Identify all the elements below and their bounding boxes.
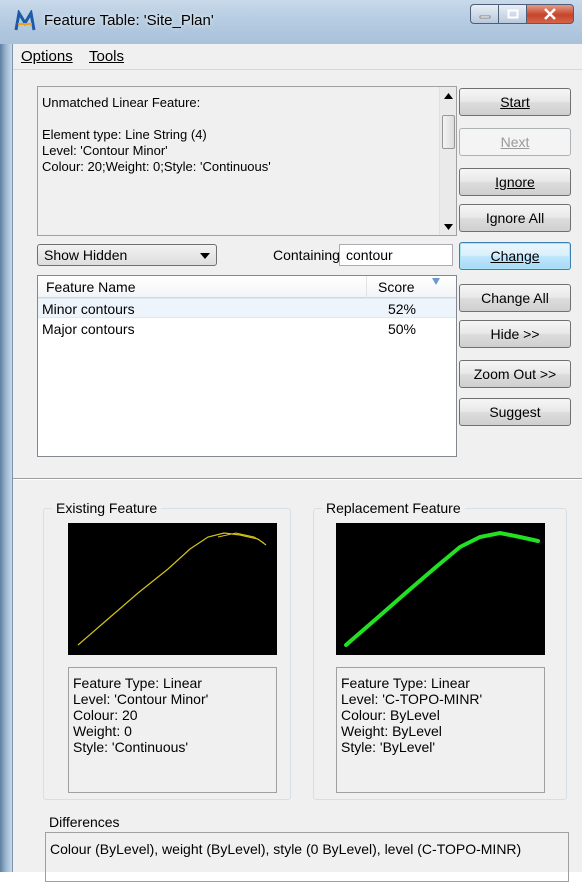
replacement-feature-group: Replacement Feature Feature Type: Linear… xyxy=(313,500,567,800)
show-filter-dropdown[interactable]: Show Hidden xyxy=(37,244,217,266)
existing-feature-properties: Feature Type: Linear Level: 'Contour Min… xyxy=(68,667,277,793)
zoom-out-button[interactable]: Zoom Out >> xyxy=(459,360,571,388)
close-button[interactable] xyxy=(526,4,574,24)
sort-indicator-icon xyxy=(432,278,440,285)
containing-input[interactable] xyxy=(339,244,453,266)
info-line-3: Element type: Line String (4) xyxy=(42,127,207,142)
menu-bar: Options Tools xyxy=(13,44,582,70)
replacement-feature-label: Replacement Feature xyxy=(322,500,465,516)
feature-table-window: Feature Table: 'Site_Plan' Options Tools… xyxy=(0,0,582,882)
menu-tools[interactable]: Tools xyxy=(89,48,124,65)
column-feature-name[interactable]: Feature Name xyxy=(46,279,135,295)
hide-button[interactable]: Hide >> xyxy=(459,320,571,348)
scroll-up-icon[interactable] xyxy=(440,87,457,104)
scroll-down-icon[interactable] xyxy=(440,218,457,235)
maximize-button[interactable] xyxy=(498,4,526,24)
column-score[interactable]: Score xyxy=(378,279,415,295)
containing-label: Containing: xyxy=(273,247,344,263)
differences-text: Colour (ByLevel), weight (ByLevel), styl… xyxy=(50,841,522,857)
change-all-button[interactable]: Change All xyxy=(459,284,571,312)
window-title: Feature Table: 'Site_Plan' xyxy=(44,12,214,29)
feature-list[interactable]: Feature Name Score Minor contours 52% Ma… xyxy=(37,275,457,457)
chevron-down-icon xyxy=(200,253,210,259)
differences-label: Differences xyxy=(49,814,120,830)
info-line-4: Level: 'Contour Minor' xyxy=(42,143,168,158)
next-button[interactable]: Next xyxy=(459,128,571,156)
title-bar[interactable]: Feature Table: 'Site_Plan' xyxy=(0,0,582,44)
caption-buttons xyxy=(470,4,574,24)
existing-feature-preview xyxy=(68,523,277,655)
info-line-1: Unmatched Linear Feature: xyxy=(42,95,201,110)
unmatched-feature-info: Unmatched Linear Feature: Element type: … xyxy=(37,86,457,236)
list-item[interactable]: Major contours 50% xyxy=(38,319,456,339)
list-header: Feature Name Score xyxy=(38,276,456,298)
show-filter-value: Show Hidden xyxy=(44,247,128,263)
ignore-all-button[interactable]: Ignore All xyxy=(459,204,571,232)
replacement-feature-preview xyxy=(336,523,545,655)
info-line-2 xyxy=(42,111,271,127)
info-scrollbar[interactable] xyxy=(439,87,456,235)
app-logo-icon xyxy=(14,10,36,31)
list-item[interactable]: Minor contours 52% xyxy=(38,298,456,318)
splitter[interactable] xyxy=(13,478,582,480)
ignore-button[interactable]: Ignore xyxy=(459,168,571,196)
existing-feature-graphic xyxy=(77,532,267,646)
suggest-button[interactable]: Suggest xyxy=(459,398,571,426)
menu-options[interactable]: Options xyxy=(21,48,73,65)
replacement-feature-properties: Feature Type: Linear Level: 'C-TOPO-MINR… xyxy=(336,667,545,793)
maximize-icon xyxy=(507,9,518,19)
minimize-icon xyxy=(479,15,490,19)
existing-feature-group: Existing Feature Feature Type: Linear Le… xyxy=(43,500,291,800)
replacement-feature-graphic xyxy=(344,530,540,647)
differences-box: Colour (ByLevel), weight (ByLevel), styl… xyxy=(45,832,569,882)
minimize-button[interactable] xyxy=(470,4,498,24)
close-icon xyxy=(544,8,556,20)
info-text: Unmatched Linear Feature: Element type: … xyxy=(42,95,271,175)
client-area: Options Tools Unmatched Linear Feature: … xyxy=(12,44,582,882)
info-line-5: Colour: 20;Weight: 0;Style: 'Continuous' xyxy=(42,159,271,174)
existing-feature-label: Existing Feature xyxy=(52,500,162,516)
start-button[interactable]: Start xyxy=(459,88,571,116)
change-button[interactable]: Change xyxy=(459,242,571,270)
scroll-thumb[interactable] xyxy=(442,115,455,149)
